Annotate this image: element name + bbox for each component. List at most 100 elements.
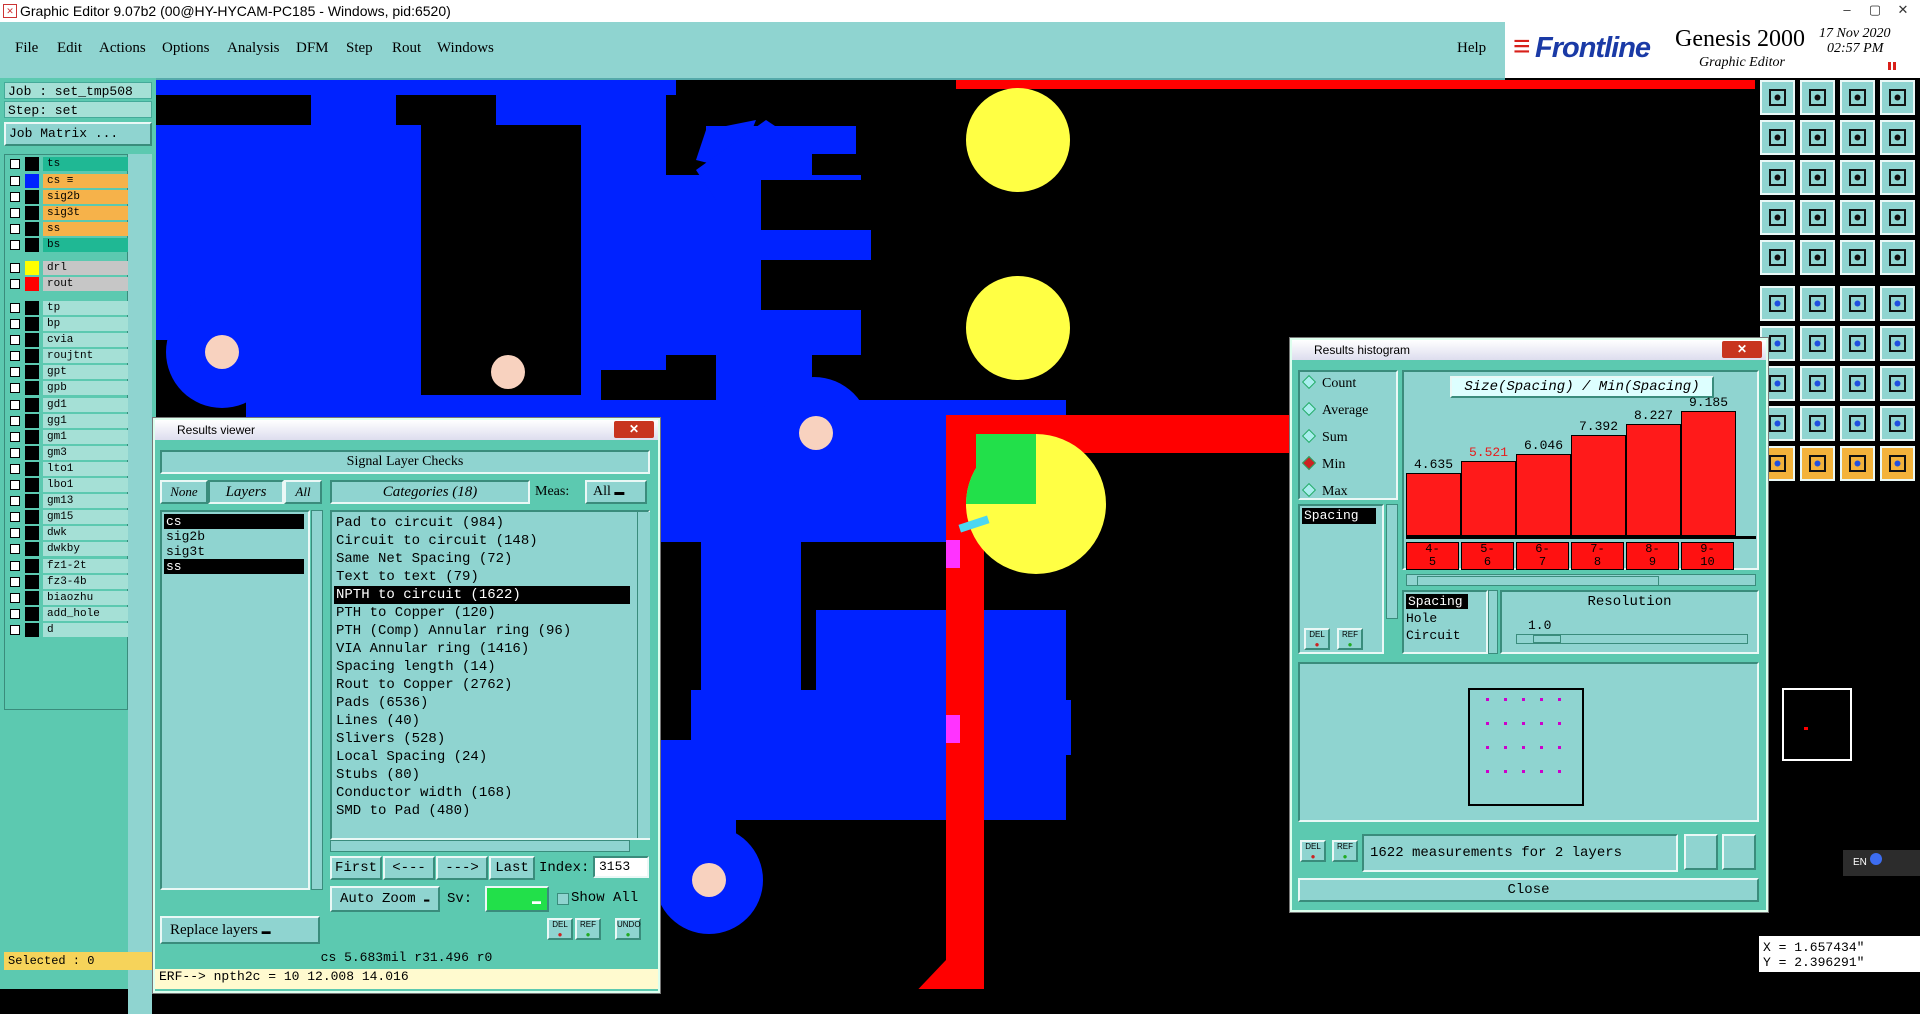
category-item[interactable]: Rout to Copper (2762) [334, 676, 630, 694]
minimize-button[interactable]: – [1834, 0, 1860, 20]
close-icon[interactable]: ✕ [614, 421, 654, 438]
category-item[interactable]: NPTH to circuit (1622) [334, 586, 630, 604]
layer-row-add_hole[interactable]: add_hole [7, 606, 129, 621]
mode-radio-min[interactable]: Min [1301, 455, 1345, 473]
layer-name[interactable]: cvia [43, 333, 129, 348]
layer-color-swatch[interactable] [25, 606, 39, 621]
mode-radio-max[interactable]: Max [1301, 482, 1348, 500]
layer-checkbox[interactable] [10, 279, 20, 290]
layer-row-gpb[interactable]: gpb [7, 381, 129, 396]
layer-color-swatch[interactable] [25, 365, 39, 380]
meas-type-hole[interactable]: Hole [1406, 611, 1437, 626]
layer-name[interactable]: roujtnt [43, 349, 129, 364]
layer-checkbox[interactable] [10, 512, 20, 523]
move-icon[interactable] [1800, 160, 1835, 195]
layer-checkbox[interactable] [10, 351, 20, 362]
mode-radio-sum[interactable]: Sum [1301, 428, 1348, 446]
layer-name[interactable]: d [43, 622, 129, 637]
category-item[interactable]: Pads (6536) [334, 694, 630, 712]
layer-name[interactable]: lbo1 [43, 478, 129, 493]
layer-checkbox[interactable] [10, 608, 20, 619]
save-icon[interactable] [1800, 80, 1835, 115]
layer-row-lbo1[interactable]: lbo1 [7, 478, 129, 493]
layer-color-swatch[interactable] [25, 381, 39, 396]
category-item[interactable]: Stubs (80) [334, 766, 630, 784]
overview-box[interactable] [1782, 688, 1852, 761]
close-icon[interactable]: ✕ [1722, 341, 1762, 358]
drag-icon[interactable] [1880, 446, 1915, 481]
viewer-layer-item[interactable]: sig3t [164, 544, 304, 559]
layer-color-swatch[interactable] [25, 526, 39, 541]
layer-row-bp[interactable]: bp [7, 317, 129, 332]
layer-name[interactable]: bs [43, 237, 129, 252]
viewer-layer-item[interactable]: sig2b [164, 529, 304, 544]
layer-color-swatch[interactable] [25, 622, 39, 637]
layer-row-ts[interactable]: ts [7, 157, 129, 172]
layer-name[interactable]: cs ≡ [43, 173, 129, 188]
layers-icon[interactable] [1880, 80, 1915, 115]
layer-name[interactable]: lto1 [43, 461, 129, 476]
histogram-bar[interactable] [1626, 424, 1681, 536]
shape-icon[interactable] [1880, 406, 1915, 441]
layer-checkbox[interactable] [10, 528, 20, 539]
ref-button[interactable]: REF ● [575, 918, 601, 940]
layer-row-bs[interactable]: bs [7, 237, 129, 252]
layer-name[interactable]: bp [43, 317, 129, 332]
layer-select-list[interactable]: cs sig2b sig3t ss [160, 510, 310, 890]
mode-radio-count[interactable]: Count [1301, 374, 1356, 392]
layer-row-fz3-4b[interactable]: fz3-4b [7, 574, 129, 589]
categories-hscrollbar[interactable] [330, 840, 630, 852]
layers-tab[interactable]: Layers [208, 480, 284, 504]
close-button[interactable]: ✕ [1890, 0, 1916, 20]
layer-row-gm3[interactable]: gm3 [7, 445, 129, 460]
layer-color-swatch[interactable] [25, 429, 39, 444]
layer-row-gg1[interactable]: gg1 [7, 413, 129, 428]
category-item[interactable]: Lines (40) [334, 712, 630, 730]
layer-row-gm1[interactable]: gm1 [7, 429, 129, 444]
layer-checkbox[interactable] [10, 576, 20, 587]
home-icon[interactable] [1840, 80, 1875, 115]
layer-checkbox[interactable] [10, 624, 20, 635]
replace-layers-dropdown[interactable]: Replace layers ▬ [160, 916, 320, 944]
layer-row-gm15[interactable]: gm15 [7, 510, 129, 525]
layer-name[interactable]: tp [43, 300, 129, 315]
swap-icon[interactable] [1840, 120, 1875, 155]
layer-color-swatch[interactable] [25, 478, 39, 493]
layer-name[interactable]: gpb [43, 381, 129, 396]
layer-name[interactable]: biaozhu [43, 590, 129, 605]
edit-icon[interactable] [1800, 240, 1835, 275]
layer-name[interactable]: dwkby [43, 542, 129, 557]
layer-checkbox[interactable] [10, 560, 20, 571]
layer-name[interactable]: gm13 [43, 494, 129, 509]
meas-type-spacing[interactable]: Spacing [1406, 594, 1468, 609]
viewer-layer-item[interactable]: cs [164, 514, 304, 529]
layer-checkbox[interactable] [10, 496, 20, 507]
close-button[interactable]: Close [1298, 878, 1759, 902]
cursor-icon[interactable] [1800, 326, 1835, 361]
export-icon[interactable] [1722, 834, 1756, 870]
layer-list-scrollbar[interactable] [311, 510, 323, 890]
histogram-bar[interactable] [1516, 453, 1571, 536]
layer-row-gd1[interactable]: gd1 [7, 397, 129, 412]
line-icon[interactable] [1840, 286, 1875, 321]
show-all-checkbox[interactable] [557, 893, 569, 905]
probe-icon[interactable] [1840, 200, 1875, 235]
page-icon[interactable] [1760, 80, 1795, 115]
language-indicator[interactable]: EN [1843, 850, 1920, 876]
layer-row-gpt[interactable]: gpt [7, 365, 129, 380]
pointer-icon[interactable] [1800, 446, 1835, 481]
trace-icon[interactable] [1800, 406, 1835, 441]
layer-checkbox[interactable] [10, 335, 20, 346]
layer-name[interactable]: gm1 [43, 429, 129, 444]
meas-type-circuit[interactable]: Circuit [1406, 628, 1461, 643]
maximize-button[interactable]: ▢ [1862, 0, 1888, 20]
arrow-icon[interactable] [1840, 446, 1875, 481]
layer-color-swatch[interactable] [25, 542, 39, 557]
layer-color-swatch[interactable] [25, 205, 39, 220]
measure-item[interactable]: Spacing [1302, 508, 1376, 524]
all-button[interactable]: All [284, 480, 322, 504]
ref-button[interactable]: REF ● [1337, 628, 1363, 650]
layer-name[interactable]: ts [43, 157, 129, 172]
net-icon[interactable] [1880, 200, 1915, 235]
layer-name[interactable]: rout [43, 277, 129, 292]
